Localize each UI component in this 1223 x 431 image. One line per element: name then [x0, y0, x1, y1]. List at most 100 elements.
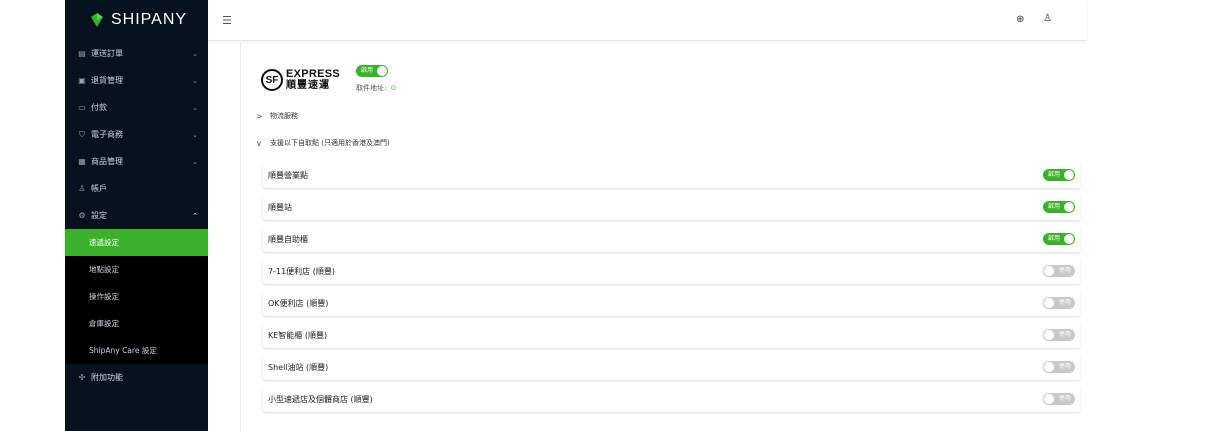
settings-icon: ⚙ — [78, 211, 86, 220]
toggle-label: 停用 — [1058, 299, 1071, 306]
sf-logo-text: EXPRESS 順豐速運 — [286, 68, 341, 92]
pickup-point-toggle[interactable]: 停用 — [1043, 297, 1075, 309]
sidebar-nav: ▤ 運送訂單 ⌄ ▣ 退貨管理 ⌄ ▭ 付款 ⌄ ⛉ 電子商務 ⌄ ▦ 商品管理… — [65, 40, 208, 229]
chevron-down-icon: ⌄ — [192, 130, 198, 139]
user-account-icon[interactable]: ♙ — [1043, 13, 1052, 24]
pickup-point-toggle[interactable]: 啟用 — [1043, 201, 1075, 213]
sidebar-item-label: 附加功能 — [91, 373, 123, 382]
pickup-point-label: 小型速遞店及個體商店 (順豐) — [268, 394, 373, 404]
pickup-point-row: 小型速遞店及個體商店 (順豐) 停用 — [263, 386, 1080, 412]
chevron-down-icon: ∨ — [256, 138, 262, 148]
carrier-status: 啟用 — [356, 65, 476, 77]
sf-express-logo: SF EXPRESS 順豐速運 — [261, 64, 340, 96]
carrier-enable-toggle[interactable]: 啟用 — [356, 65, 388, 77]
chevron-down-icon: ⌄ — [192, 103, 198, 112]
chevron-down-icon: ⌄ — [192, 49, 198, 58]
sf-logo-cn: 順豐速運 — [286, 80, 330, 91]
sidebar-item-label: 電子商務 — [91, 130, 123, 139]
toggle-label: 停用 — [1058, 363, 1071, 370]
settings-submenu: 速遞設定 地點設定 操作設定 倉庫設定 ShipAny Care 設定 — [65, 229, 208, 364]
sidebar-item-account[interactable]: ♙ 帳戶 — [65, 175, 208, 202]
sidebar-item-products[interactable]: ▦ 商品管理 ⌄ — [65, 148, 208, 175]
pickup-point-toggle[interactable]: 停用 — [1043, 393, 1075, 405]
pickup-point-row: 順豐自助櫃 啟用 — [263, 226, 1080, 252]
pickup-point-toggle[interactable]: 停用 — [1043, 361, 1075, 373]
pickup-point-row: 順豐營業點 啟用 — [263, 162, 1080, 188]
pickup-point-label: 順豐自助櫃 — [268, 234, 308, 244]
chevron-right-icon: > — [256, 111, 263, 121]
toggle-knob — [1044, 298, 1054, 308]
sidebar-item-label: 帳戶 — [91, 184, 107, 193]
pickup-points-list: 順豐營業點 啟用 順豐站 啟用 順豐自助櫃 啟用 7-11便利店 (順豐) 停用… — [263, 162, 1080, 418]
sidebar-item-addons[interactable]: ✣ 附加功能 — [65, 364, 208, 391]
pickup-point-row: KE智能櫃 (順豐) 停用 — [263, 322, 1080, 348]
toggle-knob — [1064, 170, 1074, 180]
main-content: SF EXPRESS 順豐速運 啟用 取件地址: ⊙ > 物流服務 ∨ 支援以下… — [240, 40, 1088, 431]
user-icon: ♙ — [78, 184, 86, 193]
pickup-point-row: Shell油站 (順豐) 停用 — [263, 354, 1080, 380]
chevron-up-icon: ⌃ — [192, 211, 198, 220]
brand-name: SHIPANY — [111, 11, 188, 28]
sidebar-item-settings[interactable]: ⚙ 設定 ⌃ — [65, 202, 208, 229]
pickup-point-label: KE智能櫃 (順豐) — [268, 330, 328, 340]
addons-icon: ✣ — [78, 373, 86, 382]
toggle-label: 停用 — [1058, 267, 1071, 274]
pickup-address-label: 取件地址: — [356, 84, 387, 92]
sidebar-item-orders[interactable]: ▤ 運送訂單 ⌄ — [65, 40, 208, 67]
pickup-point-label: Shell油站 (順豐) — [268, 362, 329, 372]
pickup-point-toggle[interactable]: 啟用 — [1043, 169, 1075, 181]
sf-logo-mark: SF — [261, 69, 283, 91]
toggle-knob — [1064, 234, 1074, 244]
toggle-knob — [1044, 362, 1054, 372]
shipany-logo[interactable]: SHIPANY — [65, 0, 208, 40]
toggle-knob — [1044, 266, 1054, 276]
orders-icon: ▤ — [78, 49, 86, 58]
pickup-point-row: 順豐站 啟用 — [263, 194, 1080, 220]
carrier-header: SF EXPRESS 順豐速運 啟用 取件地址: ⊙ — [261, 64, 396, 96]
topbar: ☰ ⊕ ♙ — [208, 0, 1087, 41]
menu-toggle-icon[interactable]: ☰ — [222, 14, 232, 27]
pickup-point-row: OK便利店 (順豐) 停用 — [263, 290, 1080, 316]
logistics-services-label: 物流服務 — [270, 112, 298, 120]
toggle-knob — [1044, 394, 1054, 404]
sf-logo-en: EXPRESS — [286, 68, 341, 80]
sidebar-item-label: 退貨管理 — [91, 76, 123, 85]
payment-icon: ▭ — [78, 103, 86, 112]
shipany-logo-icon — [91, 13, 103, 27]
toggle-label: 啟用 — [1048, 203, 1061, 210]
pickup-point-label: 順豐站 — [268, 202, 292, 212]
pickup-points-toggle[interactable]: ∨ 支援以下自取點 (只適用於香港及澳門) — [256, 138, 390, 148]
toggle-label: 停用 — [1058, 331, 1071, 338]
toggle-label: 停用 — [1058, 395, 1071, 402]
sidebar-item-label: 設定 — [91, 211, 107, 220]
sidebar-item-ecommerce[interactable]: ⛉ 電子商務 ⌄ — [65, 121, 208, 148]
sidebar-item-label: 商品管理 — [91, 157, 123, 166]
pickup-point-label: 7-11便利店 (順豐) — [268, 266, 335, 276]
products-icon: ▦ — [78, 157, 86, 166]
pickup-point-toggle[interactable]: 啟用 — [1043, 233, 1075, 245]
returns-icon: ▣ — [78, 76, 86, 85]
chevron-down-icon: ⌄ — [192, 157, 198, 166]
logistics-services-toggle[interactable]: > 物流服務 — [256, 111, 298, 121]
sidebar-item-returns[interactable]: ▣ 退貨管理 ⌄ — [65, 67, 208, 94]
sidebar-subitem-location-settings[interactable]: 地點設定 — [65, 256, 208, 283]
pickup-point-row: 7-11便利店 (順豐) 停用 — [263, 258, 1080, 284]
toggle-knob — [1064, 202, 1074, 212]
globe-icon[interactable]: ⊕ — [1016, 14, 1024, 25]
sidebar-subitem-courier-settings[interactable]: 速遞設定 — [65, 229, 208, 256]
sidebar-item-payment[interactable]: ▭ 付款 ⌄ — [65, 94, 208, 121]
toggle-label: 啟用 — [361, 67, 374, 74]
pickup-address: 取件地址: ⊙ — [356, 83, 396, 93]
cart-icon: ⛉ — [79, 129, 85, 139]
sidebar-subitem-shipany-care-settings[interactable]: ShipAny Care 設定 — [65, 337, 208, 364]
pickup-point-toggle[interactable]: 停用 — [1043, 265, 1075, 277]
sidebar-subitem-operation-settings[interactable]: 操作設定 — [65, 283, 208, 310]
toggle-knob — [377, 66, 387, 76]
toggle-label: 啟用 — [1048, 171, 1061, 178]
pickup-point-toggle[interactable]: 停用 — [1043, 329, 1075, 341]
location-pin-icon[interactable]: ⊙ — [391, 84, 397, 92]
chevron-down-icon: ⌄ — [192, 76, 198, 85]
pickup-point-label: OK便利店 (順豐) — [268, 298, 329, 308]
sidebar-item-label: 運送訂單 — [91, 49, 123, 58]
sidebar-subitem-warehouse-settings[interactable]: 倉庫設定 — [65, 310, 208, 337]
